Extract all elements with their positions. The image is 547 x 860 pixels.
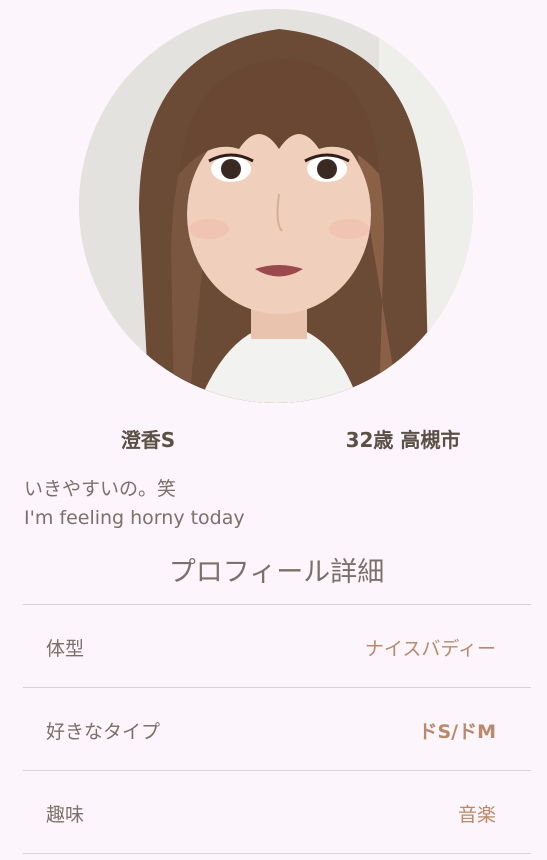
detail-value: 音楽 (457, 804, 496, 826)
profile-age-city: 32歳 高槻市 (345, 428, 461, 452)
profile-details-table: 体型 ナイスバディー 好きなタイプ ドS/ドM 趣味 音楽 (23, 604, 531, 854)
detail-label: 好きなタイプ (46, 721, 161, 743)
detail-value: ドS/ドM (418, 721, 496, 743)
detail-label: 趣味 (46, 804, 85, 826)
detail-row-hobby: 趣味 音楽 (23, 771, 531, 854)
profile-bio-line-2: I'm feeling horny today (24, 507, 245, 529)
avatar-photo (79, 9, 473, 403)
profile-details-title: プロフィール詳細 (168, 557, 385, 588)
profile-bio-line-1: いきやすいの。笑 (24, 478, 177, 500)
detail-label: 体型 (46, 638, 85, 660)
profile-avatar[interactable] (79, 9, 473, 403)
detail-row-favorite-type: 好きなタイプ ドS/ドM (23, 688, 531, 771)
profile-name: 澄香S (120, 428, 176, 452)
profile-page: 澄香S 32歳 高槻市 いきやすいの。笑 I'm feeling horny t… (0, 0, 547, 860)
detail-value: ナイスバディー (364, 638, 496, 660)
detail-row-body-type: 体型 ナイスバディー (23, 605, 531, 688)
